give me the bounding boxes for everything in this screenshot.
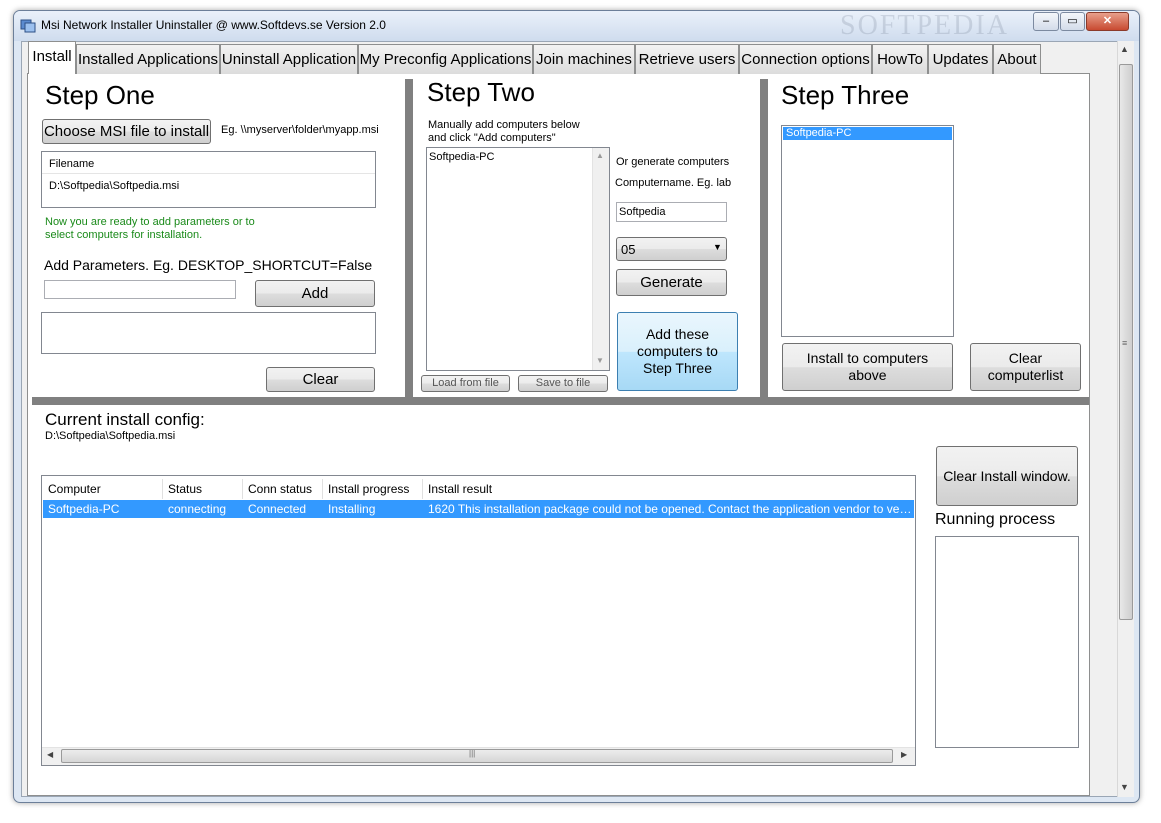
install-to-computers-button[interactable]: Install to computers above [782, 343, 953, 391]
step-three-title: Step Three [781, 80, 910, 110]
scroll-right-icon[interactable]: ▶ [901, 750, 907, 759]
target-computers-list[interactable] [781, 125, 954, 337]
computers-scrollbar[interactable] [592, 148, 609, 370]
install-button-line1: Install to computers [806, 350, 929, 366]
scroll-down-icon[interactable]: ▼ [1120, 782, 1129, 792]
minimize-button[interactable]: ‒ [1033, 12, 1059, 31]
install-status-table[interactable] [41, 475, 916, 766]
add-computers-label-line1: Add these [645, 326, 710, 342]
app-icon[interactable] [20, 17, 36, 33]
generate-button[interactable]: Generate [616, 269, 727, 296]
step-two-title: Step Two [427, 77, 535, 107]
msi-example-label: Eg. \\myserver\folder\myapp.msi [221, 124, 379, 136]
scroll-grip-icon: ≡ [1122, 338, 1128, 348]
clear-computerlist-button[interactable]: Clear computerlist [970, 343, 1081, 391]
table-scroll-thumb[interactable] [61, 749, 893, 763]
config-value: D:\Softpedia\Softpedia.msi [45, 430, 176, 442]
tab-updates[interactable]: Updates [928, 44, 993, 74]
computername-hint: Computername. Eg. lab [615, 177, 732, 189]
cell-conn-status: Connected [248, 502, 307, 516]
step-one-title: Step One [45, 80, 155, 110]
running-process-list[interactable] [935, 536, 1079, 748]
file-path[interactable]: D:\Softpedia\Softpedia.msi [49, 180, 179, 192]
scroll-left-icon[interactable]: ◀ [47, 750, 53, 759]
column-header-conn-status[interactable]: Conn status [243, 479, 323, 499]
tab-howto[interactable]: HowTo [872, 44, 928, 74]
params-input[interactable] [44, 280, 236, 299]
scroll-up-icon[interactable]: ▲ [596, 151, 604, 160]
column-header-computer[interactable]: Computer [43, 479, 163, 499]
file-column-label: Filename [49, 158, 95, 170]
target-computer-item[interactable]: Softpedia-PC [783, 127, 952, 140]
config-label: Current install config: [45, 410, 205, 429]
close-button[interactable]: ✕ [1086, 12, 1129, 31]
scroll-grip-icon: ||| [469, 749, 476, 758]
ready-message-line2: select computers for installation. [45, 229, 203, 241]
tab-install[interactable]: Install [28, 41, 76, 74]
cell-install-result: 1620 This installation package could not… [428, 502, 914, 516]
tab-uninstall-application[interactable]: Uninstall Application [220, 44, 358, 74]
panel-separator [32, 397, 1089, 405]
window-title: Msi Network Installer Uninstaller @ www.… [41, 18, 386, 32]
add-computers-label-line3: Step Three [642, 360, 712, 376]
add-computers-label-line2: computers to [637, 343, 718, 359]
params-label: Add Parameters. Eg. DESKTOP_SHORTCUT=Fal… [44, 257, 373, 273]
computername-input[interactable] [616, 202, 727, 222]
choose-msi-button[interactable]: Choose MSI file to install [42, 119, 211, 144]
tab-retrieve-users[interactable]: Retrieve users [635, 44, 739, 74]
install-button-line2: above [848, 367, 887, 383]
running-process-label: Running process [935, 511, 1056, 528]
ready-message-line1: Now you are ready to add parameters or t… [45, 216, 255, 228]
clear-list-line2: computerlist [987, 367, 1064, 383]
minimize-icon: ‒ [1042, 15, 1050, 27]
computer-entry[interactable]: Softpedia-PC [429, 151, 494, 163]
panel-separator [405, 79, 413, 397]
chevron-down-icon[interactable]: ▼ [713, 242, 722, 252]
count-dropdown[interactable]: 05 [616, 237, 727, 261]
clear-parameters-button[interactable]: Clear [266, 367, 375, 392]
maximize-icon: ▭ [1067, 15, 1078, 27]
save-to-file-button[interactable]: Save to file [518, 375, 608, 392]
tab-join-machines[interactable]: Join machines [533, 44, 635, 74]
scroll-down-icon[interactable]: ▼ [596, 356, 604, 365]
computers-textbox[interactable] [426, 147, 610, 371]
watermark: SOFTPEDIA [840, 10, 1009, 41]
tab-connection-options[interactable]: Connection options [739, 44, 872, 74]
parameters-list[interactable] [41, 312, 376, 354]
tab-my-preconfig-applications[interactable]: My Preconfig Applications [358, 44, 533, 74]
add-computers-button[interactable]: Add these computers to Step Three [617, 312, 738, 391]
column-header-status[interactable]: Status [163, 479, 243, 499]
generate-hint: Or generate computers [616, 156, 730, 168]
clear-install-window-button[interactable]: Clear Install window. [936, 446, 1078, 506]
cell-status: connecting [168, 502, 227, 516]
tab-installed-applications[interactable]: Installed Applications [76, 44, 220, 74]
cell-computer: Softpedia-PC [48, 502, 120, 516]
panel-separator [760, 79, 768, 397]
column-header-install-progress[interactable]: Install progress [323, 479, 423, 499]
maximize-button[interactable]: ▭ [1060, 12, 1085, 31]
add-parameter-button[interactable]: Add [255, 280, 375, 307]
manual-add-hint-line2: and click "Add computers" [428, 132, 556, 144]
count-value: 05 [621, 241, 636, 257]
column-header-install-result[interactable]: Install result [423, 479, 914, 499]
tab-about[interactable]: About [993, 44, 1041, 74]
load-from-file-button[interactable]: Load from file [421, 375, 510, 392]
manual-add-hint-line1: Manually add computers below [428, 119, 580, 131]
close-icon: ✕ [1102, 15, 1113, 27]
clear-list-line1: Clear [1008, 350, 1043, 366]
scroll-up-icon[interactable]: ▲ [1120, 44, 1129, 54]
cell-install-progress: Installing [328, 502, 376, 516]
